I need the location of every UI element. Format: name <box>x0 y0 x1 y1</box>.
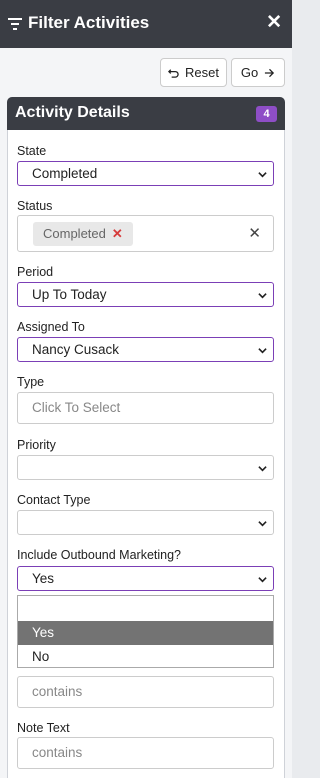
status-label: Status <box>17 199 53 213</box>
state-label: State <box>17 144 47 158</box>
priority-select[interactable] <box>17 455 274 480</box>
chevron-down-icon <box>258 521 267 527</box>
go-button[interactable]: Go <box>231 58 285 87</box>
undo-icon <box>168 69 179 78</box>
chevron-down-icon <box>258 348 267 354</box>
contact-type-select[interactable] <box>17 510 274 535</box>
chevron-down-icon <box>258 466 267 472</box>
count-badge: 4 <box>256 106 277 122</box>
dropdown-option-yes[interactable]: Yes <box>18 621 273 645</box>
card-title: Activity Details <box>15 104 130 121</box>
status-chip-label: Completed <box>43 226 106 241</box>
period-label: Period <box>17 265 54 279</box>
card-header: Activity Details 4 <box>7 97 285 130</box>
chevron-down-icon <box>258 293 267 299</box>
reset-button[interactable]: Reset <box>160 58 227 87</box>
reset-label: Reset <box>185 65 219 80</box>
chevron-down-icon <box>258 172 267 178</box>
dropdown-option-no[interactable]: No <box>18 645 273 669</box>
outbound-select[interactable]: Yes <box>17 566 274 591</box>
outbound-dropdown-list: Yes No <box>17 595 274 668</box>
status-multiselect[interactable]: Completed ✕ ✕ <box>17 215 274 252</box>
note-text-input[interactable]: contains <box>17 737 274 769</box>
outbound-label: Include Outbound Marketing? <box>17 548 181 562</box>
chevron-down-icon <box>258 577 267 583</box>
subject-input[interactable]: contains <box>17 676 274 708</box>
state-value: Completed <box>32 166 98 181</box>
assigned-to-label: Assigned To <box>17 320 85 334</box>
period-value: Up To Today <box>32 287 107 302</box>
period-select[interactable]: Up To Today <box>17 282 274 307</box>
priority-label: Priority <box>17 438 56 452</box>
dropdown-option-blank[interactable] <box>18 596 273 620</box>
go-label: Go <box>240 65 259 80</box>
note-text-label: Note Text <box>17 721 70 735</box>
status-chip: Completed ✕ <box>33 222 133 246</box>
contact-type-label: Contact Type <box>17 493 91 507</box>
assigned-to-value: Nancy Cusack <box>32 342 120 357</box>
arrow-right-icon <box>265 68 275 77</box>
assigned-to-select[interactable]: Nancy Cusack <box>17 337 274 362</box>
filter-icon <box>8 18 22 30</box>
type-label: Type <box>17 375 45 389</box>
type-input[interactable]: Click To Select <box>17 392 274 424</box>
clear-status-icon[interactable]: ✕ <box>248 224 261 242</box>
remove-chip-icon[interactable]: ✕ <box>112 226 123 241</box>
filter-header: Filter Activities ✕ <box>0 0 292 48</box>
state-select[interactable]: Completed <box>17 161 274 186</box>
close-icon[interactable]: ✕ <box>266 13 282 32</box>
panel-title: Filter Activities <box>28 13 150 32</box>
outbound-value: Yes <box>32 571 55 586</box>
